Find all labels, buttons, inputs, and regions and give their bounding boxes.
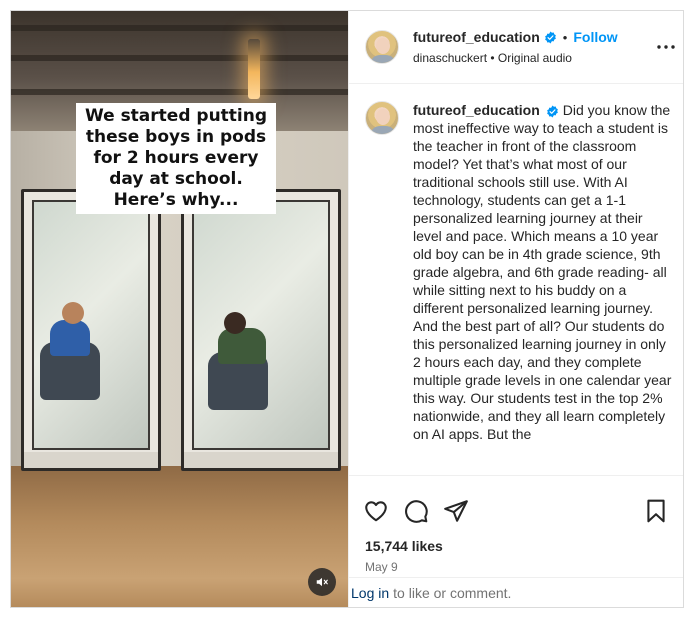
login-prompt-text: to like or comment.: [393, 584, 512, 601]
comment-bubble-icon: [405, 500, 428, 523]
pendant-lamp: [248, 39, 260, 99]
more-options-button[interactable]: [656, 37, 676, 57]
login-link[interactable]: Log in: [351, 585, 389, 601]
like-count[interactable]: 15,744 likes: [365, 538, 443, 554]
like-button[interactable]: [363, 498, 389, 524]
login-prompt: Log in to like or comment.: [349, 577, 683, 607]
author-username[interactable]: futureof_education: [413, 29, 540, 45]
save-button[interactable]: [643, 498, 669, 524]
video-caption-overlay: We started putting these boys in pods fo…: [76, 103, 276, 214]
floor: [11, 466, 348, 607]
speaker-muted-icon: [316, 577, 328, 587]
study-pod-left: [21, 189, 161, 471]
post-sidebar: futureof_education • Follow dinaschucker…: [348, 11, 683, 607]
post-video[interactable]: We started putting these boys in pods fo…: [11, 11, 348, 607]
caption-section: futureof_education Did you know the most…: [349, 85, 683, 475]
follow-button[interactable]: Follow: [573, 29, 617, 45]
post-caption: futureof_education Did you know the most…: [413, 101, 675, 443]
bookmark-icon: [647, 499, 665, 523]
study-pod-right: [181, 189, 341, 471]
verified-badge-icon: [546, 105, 558, 118]
caption-body: Did you know the most ineffective way to…: [413, 102, 672, 442]
comment-button[interactable]: [403, 498, 429, 524]
caption-author-username[interactable]: futureof_education: [413, 102, 540, 118]
post-header: futureof_education • Follow dinaschucker…: [349, 11, 683, 84]
mute-button[interactable]: [308, 568, 336, 596]
caption-author-avatar[interactable]: [365, 101, 399, 135]
post-frame: We started putting these boys in pods fo…: [10, 10, 684, 608]
verified-badge-icon: [544, 31, 556, 43]
post-date[interactable]: May 9: [365, 560, 398, 574]
header-separator: •: [562, 29, 568, 45]
more-options-icon: [657, 45, 675, 49]
audio-subtitle[interactable]: dinaschuckert • Original audio: [413, 51, 572, 65]
paper-plane-icon: [444, 500, 468, 522]
author-avatar[interactable]: [365, 30, 399, 64]
heart-icon: [365, 501, 387, 522]
share-button[interactable]: [443, 498, 469, 524]
